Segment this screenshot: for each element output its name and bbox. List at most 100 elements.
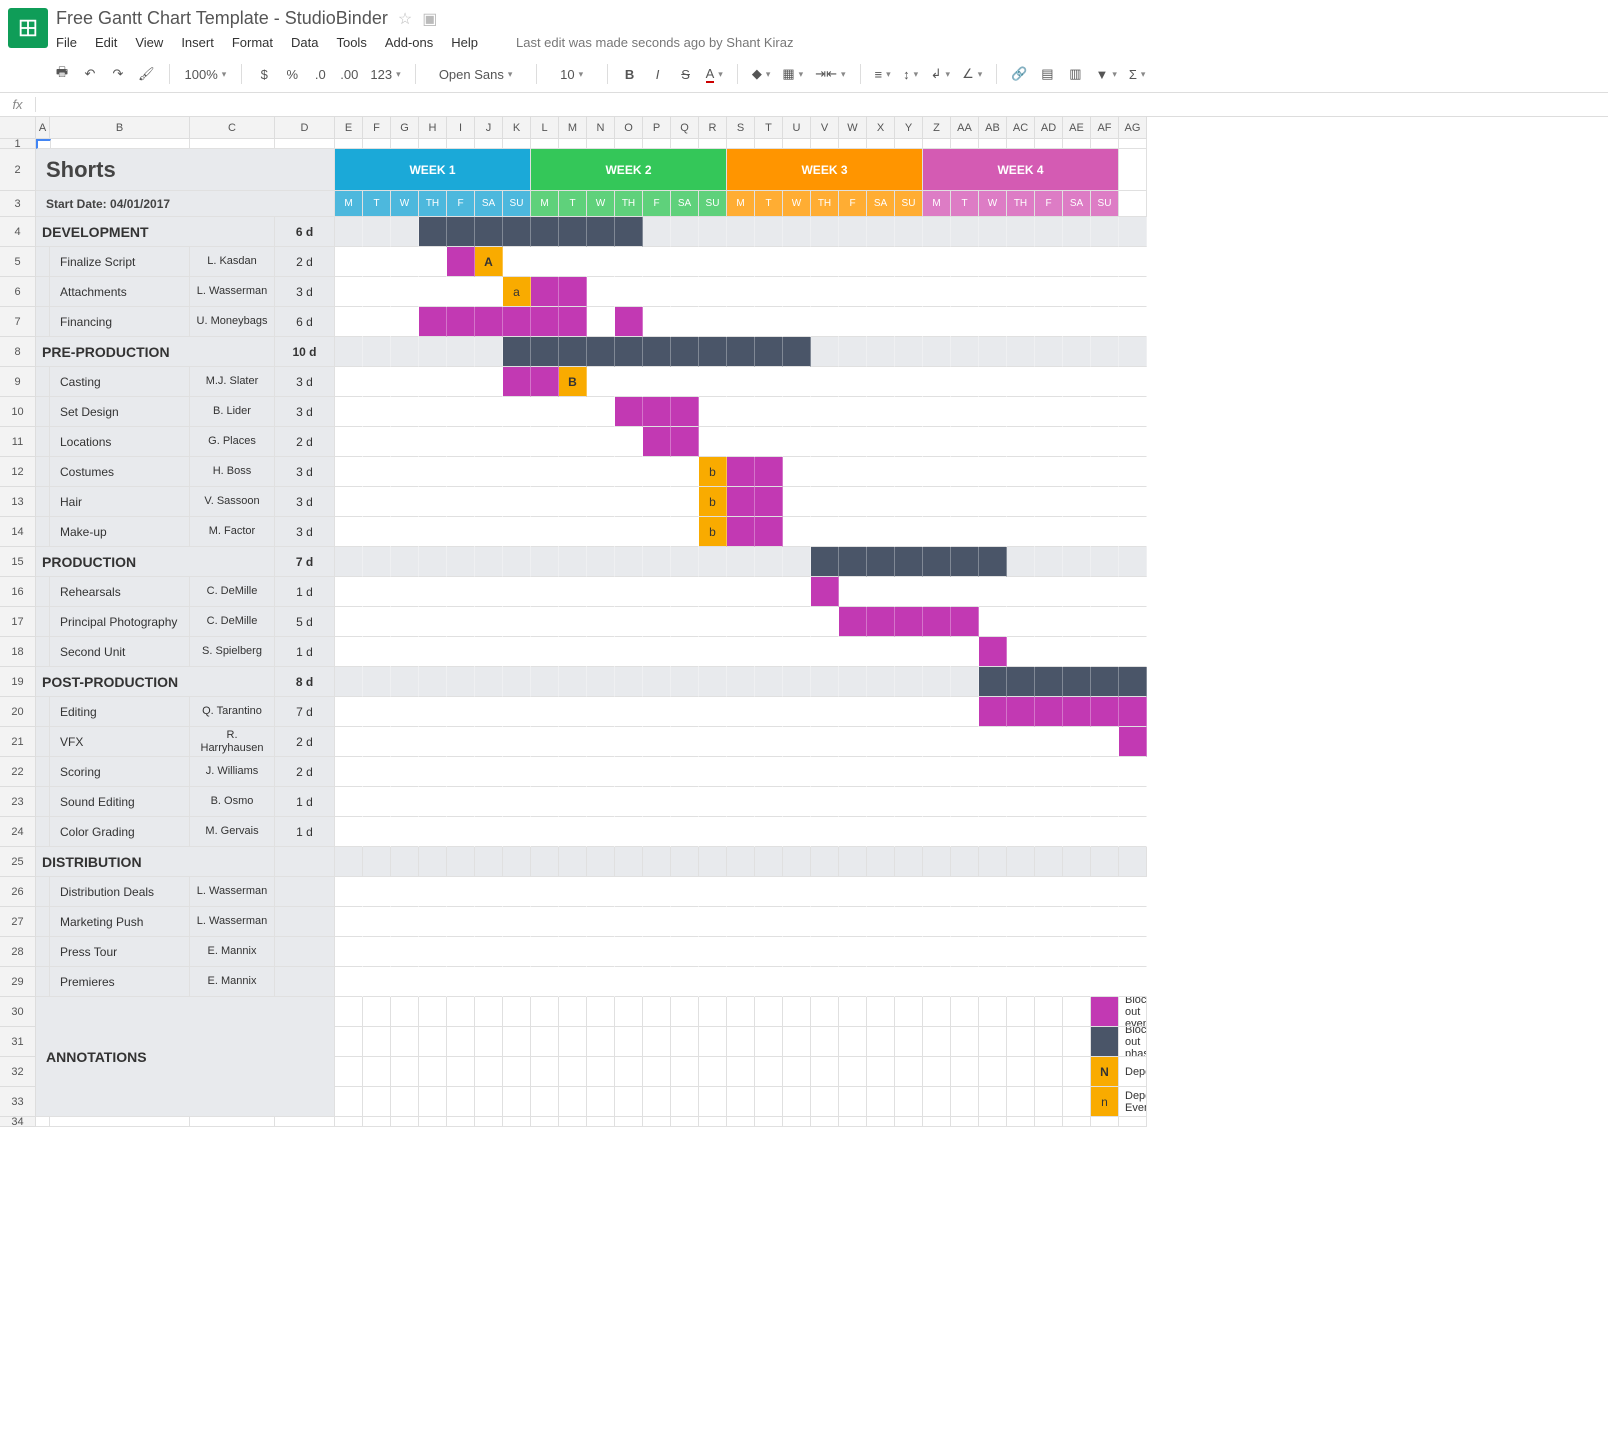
gantt-cell[interactable] xyxy=(447,787,475,817)
cell[interactable] xyxy=(335,1087,363,1117)
gantt-cell[interactable] xyxy=(979,967,1007,997)
gantt-cell[interactable] xyxy=(643,547,671,577)
fill-color-icon[interactable]: ◆ xyxy=(748,62,775,86)
gantt-cell[interactable] xyxy=(363,247,391,277)
gantt-cell[interactable] xyxy=(979,337,1007,367)
gantt-cell[interactable] xyxy=(839,787,867,817)
gantt-cell[interactable] xyxy=(1091,757,1119,787)
gantt-cell[interactable] xyxy=(1007,667,1035,697)
gantt-cell[interactable] xyxy=(867,967,895,997)
gantt-cell[interactable] xyxy=(923,877,951,907)
cell[interactable] xyxy=(811,1057,839,1087)
row-header-8[interactable]: 8 xyxy=(0,337,36,367)
gantt-cell[interactable] xyxy=(699,697,727,727)
cell[interactable] xyxy=(727,139,755,149)
gantt-cell[interactable] xyxy=(1091,607,1119,637)
gantt-cell[interactable] xyxy=(363,367,391,397)
gantt-cell[interactable] xyxy=(1035,277,1063,307)
gantt-cell[interactable] xyxy=(867,637,895,667)
gantt-cell[interactable] xyxy=(867,547,895,577)
gantt-cell[interactable] xyxy=(979,517,1007,547)
cell[interactable] xyxy=(979,1057,1007,1087)
row-header-5[interactable]: 5 xyxy=(0,247,36,277)
comment-icon[interactable]: ▤ xyxy=(1035,62,1059,86)
gantt-cell[interactable] xyxy=(643,667,671,697)
gantt-cell[interactable] xyxy=(419,307,447,337)
gantt-cell[interactable] xyxy=(699,757,727,787)
gantt-cell[interactable] xyxy=(391,277,419,307)
gantt-cell[interactable] xyxy=(1063,547,1091,577)
paint-format-icon[interactable]: 🖌 xyxy=(134,62,159,86)
gantt-cell[interactable] xyxy=(755,727,783,757)
gantt-cell[interactable] xyxy=(671,757,699,787)
gantt-cell[interactable] xyxy=(1063,847,1091,877)
gantt-cell[interactable] xyxy=(1007,367,1035,397)
gantt-cell[interactable] xyxy=(559,547,587,577)
gantt-cell[interactable] xyxy=(755,307,783,337)
gantt-cell[interactable] xyxy=(979,907,1007,937)
gantt-cell[interactable] xyxy=(699,727,727,757)
gantt-cell[interactable] xyxy=(363,337,391,367)
gantt-cell[interactable] xyxy=(1035,787,1063,817)
gantt-cell[interactable] xyxy=(1007,607,1035,637)
gantt-cell[interactable] xyxy=(1119,607,1147,637)
gantt-cell[interactable] xyxy=(447,427,475,457)
gantt-cell[interactable] xyxy=(951,487,979,517)
gantt-cell[interactable] xyxy=(839,367,867,397)
gantt-cell[interactable] xyxy=(671,847,699,877)
gantt-cell[interactable] xyxy=(755,217,783,247)
gantt-cell[interactable] xyxy=(755,517,783,547)
cell[interactable] xyxy=(783,1117,811,1127)
gantt-cell[interactable] xyxy=(1035,367,1063,397)
gantt-cell[interactable] xyxy=(867,487,895,517)
gantt-cell[interactable] xyxy=(643,937,671,967)
cell[interactable] xyxy=(1035,1057,1063,1087)
gantt-cell[interactable] xyxy=(1091,487,1119,517)
gantt-cell[interactable] xyxy=(419,367,447,397)
gantt-cell[interactable] xyxy=(671,607,699,637)
gantt-cell[interactable] xyxy=(839,427,867,457)
gantt-cell[interactable] xyxy=(503,367,531,397)
gantt-cell[interactable] xyxy=(1007,457,1035,487)
cell[interactable] xyxy=(363,1117,391,1127)
gantt-cell[interactable] xyxy=(839,817,867,847)
select-all-corner[interactable] xyxy=(0,117,36,139)
gantt-cell[interactable] xyxy=(783,937,811,967)
gantt-cell[interactable] xyxy=(895,397,923,427)
gantt-cell[interactable] xyxy=(363,457,391,487)
cell[interactable] xyxy=(727,1087,755,1117)
gantt-cell[interactable] xyxy=(1091,337,1119,367)
gantt-cell[interactable] xyxy=(839,247,867,277)
col-header-P[interactable]: P xyxy=(643,117,671,139)
gantt-cell[interactable]: B xyxy=(559,367,587,397)
gantt-cell[interactable] xyxy=(391,667,419,697)
gantt-cell[interactable] xyxy=(671,547,699,577)
gantt-cell[interactable] xyxy=(895,967,923,997)
gantt-cell[interactable] xyxy=(531,727,559,757)
cell[interactable] xyxy=(559,139,587,149)
gantt-cell[interactable] xyxy=(587,397,615,427)
gantt-cell[interactable] xyxy=(643,427,671,457)
gantt-cell[interactable] xyxy=(531,607,559,637)
gantt-cell[interactable] xyxy=(1063,427,1091,457)
gantt-cell[interactable] xyxy=(979,307,1007,337)
row-header-1[interactable]: 1 xyxy=(0,139,36,149)
cell[interactable] xyxy=(895,997,923,1027)
row-header-14[interactable]: 14 xyxy=(0,517,36,547)
gantt-cell[interactable] xyxy=(559,247,587,277)
gantt-cell[interactable] xyxy=(1119,247,1147,277)
cell[interactable] xyxy=(923,1117,951,1127)
gantt-cell[interactable] xyxy=(895,277,923,307)
cell[interactable] xyxy=(419,1057,447,1087)
gantt-cell[interactable] xyxy=(951,877,979,907)
gantt-cell[interactable] xyxy=(615,457,643,487)
cell[interactable] xyxy=(391,1087,419,1117)
cell[interactable] xyxy=(867,997,895,1027)
cell[interactable] xyxy=(951,1057,979,1087)
gantt-cell[interactable] xyxy=(1007,577,1035,607)
menu-help[interactable]: Help xyxy=(451,35,478,50)
cell[interactable] xyxy=(755,1027,783,1057)
gantt-cell[interactable] xyxy=(755,397,783,427)
wrap-icon[interactable]: ↲ xyxy=(927,62,954,86)
gantt-cell[interactable] xyxy=(363,217,391,247)
